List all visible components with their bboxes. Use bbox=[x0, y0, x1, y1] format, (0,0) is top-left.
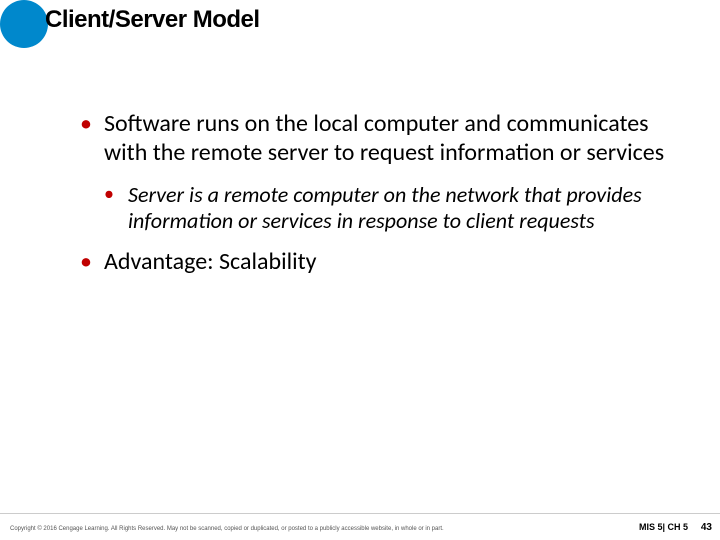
chapter-label: MIS 5| CH 5 bbox=[639, 522, 688, 532]
bullet-main-1: Software runs on the local computer and … bbox=[80, 110, 680, 168]
page-number: 43 bbox=[701, 522, 712, 533]
bullet-text-2: Advantage: Scalability bbox=[104, 247, 317, 276]
bullet-subtext-1: Server is a remote computer on the netwo… bbox=[128, 181, 642, 234]
bullet-main-2: Advantage: Scalability bbox=[80, 248, 680, 277]
slide-title: Client/Server Model bbox=[45, 6, 260, 34]
bullet-sub-1: Server is a remote computer on the netwo… bbox=[80, 182, 680, 235]
copyright-text: Copyright © 2016 Cengage Learning. All R… bbox=[10, 526, 444, 532]
footer-divider bbox=[0, 513, 720, 514]
header-circle-decoration bbox=[0, 0, 48, 48]
bullet-text-1: Software runs on the local computer and … bbox=[104, 109, 664, 167]
content-area: Software runs on the local computer and … bbox=[80, 110, 680, 291]
